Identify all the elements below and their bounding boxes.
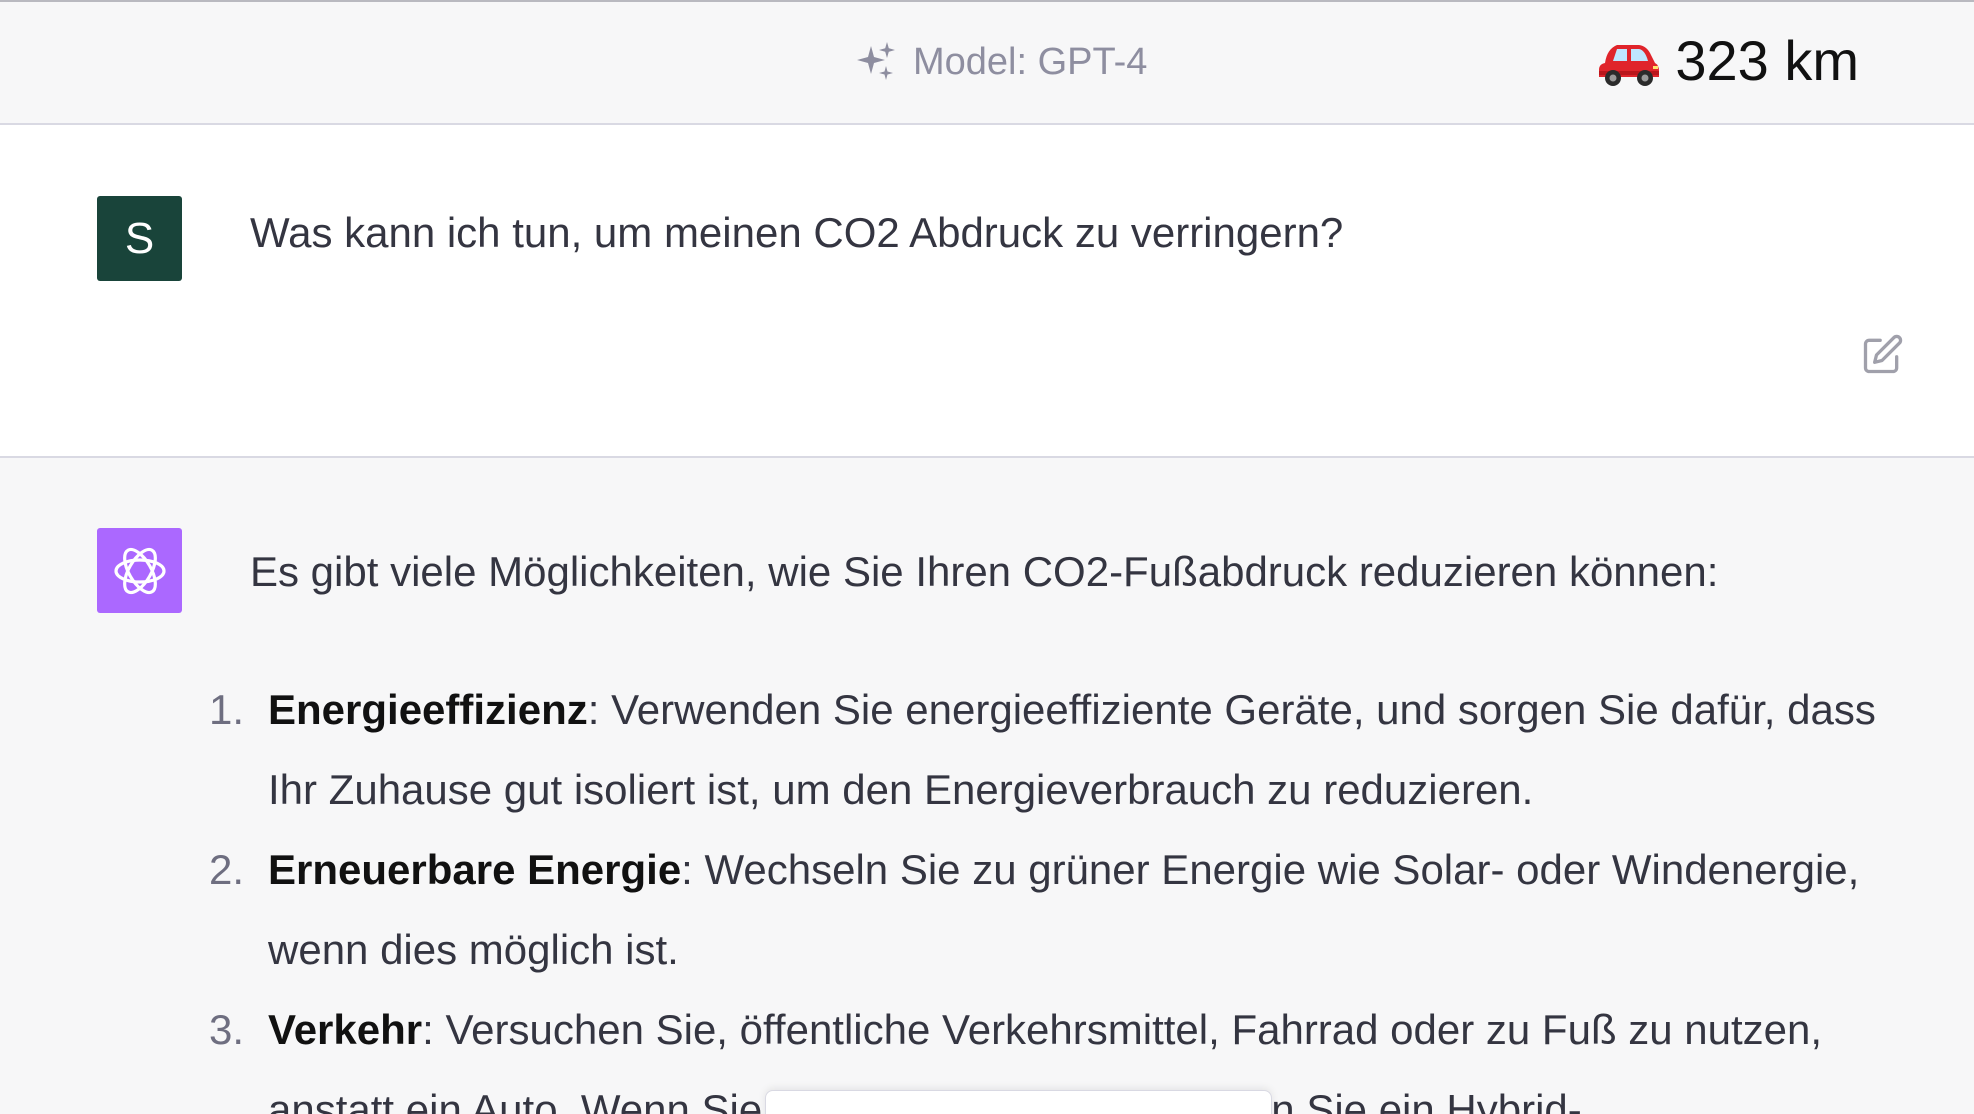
- top-bar: Model: GPT-4 323 km: [0, 0, 1974, 125]
- list-item-term: Energieeffizienz: [268, 686, 588, 733]
- model-label: Model: GPT-4: [913, 40, 1148, 83]
- list-item: 1. Energieeffizienz: Verwenden Sie energi…: [200, 670, 1900, 830]
- sparkle-icon: [855, 40, 899, 84]
- model-indicator[interactable]: Model: GPT-4: [855, 40, 1147, 84]
- floating-popup[interactable]: [765, 1090, 1272, 1114]
- list-item: 2. Erneuerbare Energie: Wechseln Sie zu g…: [200, 830, 1900, 990]
- assistant-message-row: Es gibt viele Möglichkeiten, wie Sie Ihr…: [0, 458, 1974, 1114]
- car-icon: [1597, 33, 1661, 89]
- list-item-number: 1.: [208, 686, 244, 733]
- list-item-term: Verkehr: [268, 1006, 423, 1053]
- list-item-number: 2.: [208, 846, 244, 893]
- openai-logo-icon: [97, 528, 182, 613]
- distance-text: 323 km: [1675, 29, 1859, 92]
- user-message-row: S Was kann ich tun, um meinen CO2 Abdruc…: [0, 125, 1974, 458]
- distance-readout: 323 km: [1597, 28, 1859, 93]
- user-message-text: Was kann ich tun, um meinen CO2 Abdruck …: [250, 209, 1344, 256]
- assistant-tips-list: 1. Energieeffizienz: Verwenden Sie energi…: [200, 670, 1900, 1114]
- user-avatar: S: [97, 196, 182, 281]
- assistant-intro: Es gibt viele Möglichkeiten, wie Sie Ihr…: [250, 548, 1719, 595]
- list-item-term: Erneuerbare Energie: [268, 846, 682, 893]
- user-avatar-letter: S: [124, 213, 155, 263]
- edit-icon[interactable]: [1860, 333, 1904, 382]
- list-item-number: 3.: [208, 1006, 244, 1053]
